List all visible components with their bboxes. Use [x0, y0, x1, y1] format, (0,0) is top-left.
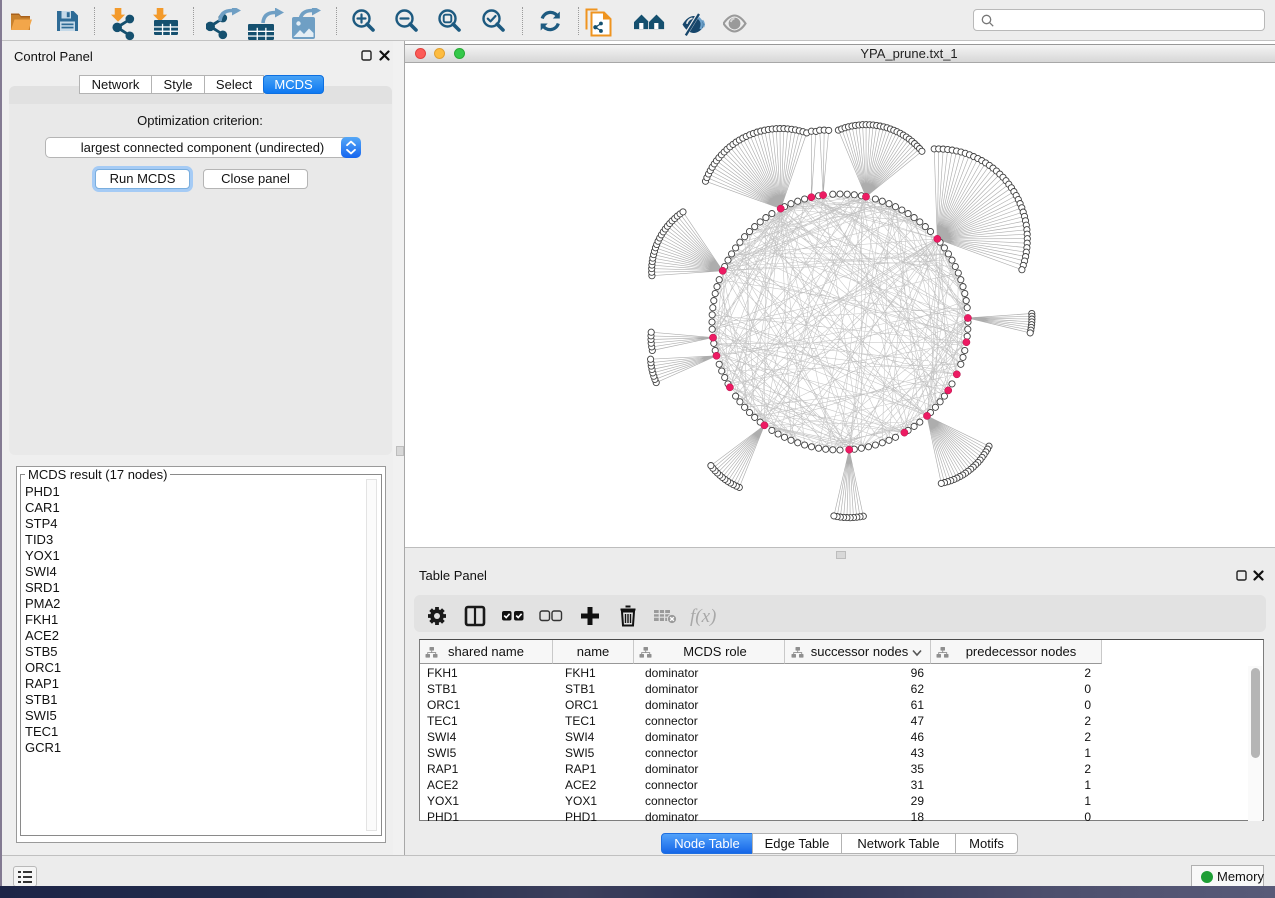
svg-text:f(x): f(x) — [690, 606, 716, 627]
